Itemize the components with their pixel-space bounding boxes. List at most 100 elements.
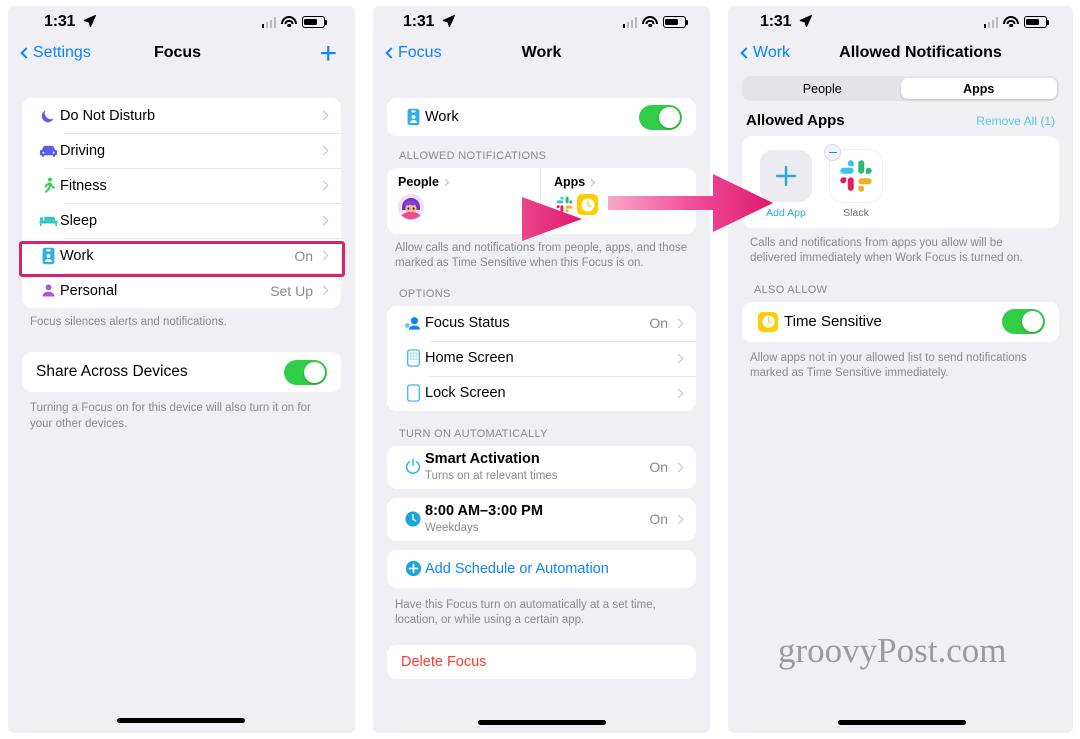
time-sensitive-toggle[interactable] [1002, 309, 1045, 335]
add-app-label: Add App [766, 207, 806, 219]
chevron-right-icon [318, 285, 329, 296]
apps-card[interactable]: Apps [540, 168, 696, 234]
row-focus-status[interactable]: Focus Status On [387, 306, 696, 341]
row-smart-activation[interactable]: Smart Activation Turns on at relevant ti… [387, 446, 696, 489]
schedule-text: 8:00 AM–3:00 PM Weekdays [425, 502, 649, 536]
status-time-text: 1:31 [403, 13, 435, 30]
tab-people[interactable]: People [744, 78, 901, 99]
automation-header: TURN ON AUTOMATICALLY [399, 427, 548, 440]
smart-activation-group: Smart Activation Turns on at relevant ti… [387, 445, 696, 489]
battery-icon [302, 16, 328, 28]
row-work-toggle[interactable]: Work [387, 98, 696, 136]
page-title: Focus [153, 44, 202, 61]
list-item-sleep[interactable]: Sleep [22, 203, 341, 238]
list-item-work[interactable]: Work On [22, 238, 341, 273]
cellular-bars-icon [983, 17, 998, 28]
list-item-value: On [294, 247, 313, 264]
allowed-apps-header: Allowed Apps [746, 112, 845, 129]
tab-apps-label: Apps [963, 81, 995, 96]
list-item-do-not-disturb[interactable]: Do Not Disturb [22, 98, 341, 133]
clock-filled-icon [401, 510, 425, 528]
chevron-right-icon [318, 110, 329, 121]
add-schedule-label: Add Schedule or Automation [425, 560, 609, 577]
location-arrow-icon [799, 14, 813, 32]
add-app-tile[interactable]: Add App [760, 150, 812, 219]
plus-circle-icon [401, 560, 425, 577]
apps-card-icons [554, 194, 696, 215]
people-card[interactable]: People [387, 168, 540, 234]
chevron-right-icon [441, 178, 450, 186]
list-item-label: Driving [60, 142, 106, 159]
remove-app-badge[interactable] [824, 144, 841, 161]
list-item-driving[interactable]: Driving [22, 133, 341, 168]
page-title: Allowed Notifications [839, 44, 1002, 61]
status-bar-indicators [261, 16, 328, 28]
app-tile-label: Slack [843, 207, 869, 219]
wifi-icon [642, 16, 658, 28]
app-tile-slack[interactable]: Slack [824, 144, 882, 219]
chevron-right-icon [588, 178, 596, 186]
row-time-sensitive[interactable]: Time Sensitive [742, 302, 1059, 342]
power-icon [401, 458, 425, 476]
add-schedule-group: Add Schedule or Automation [387, 549, 696, 588]
list-item-value: On [649, 459, 668, 476]
status-time-text: 1:31 [760, 13, 792, 30]
share-across-devices-toggle[interactable] [284, 359, 327, 385]
home-screen-icon [401, 349, 425, 367]
status-bar-time: 1:31 [403, 13, 456, 31]
status-bar-indicators [983, 16, 1050, 28]
phone-screen-work-focus: 1:31 Focus Work Work ALLOWED NOTIFICATIO… [373, 6, 710, 733]
add-focus-button[interactable]: + [319, 39, 337, 69]
chevron-right-icon [673, 462, 684, 473]
work-focus-toggle[interactable] [639, 104, 682, 130]
work-toggle-label: Work [425, 109, 459, 125]
battery-icon [663, 16, 689, 28]
schedule-group: 8:00 AM–3:00 PM Weekdays On [387, 497, 696, 541]
row-delete-focus[interactable]: Delete Focus [387, 645, 696, 679]
wifi-icon [281, 16, 297, 28]
time-sensitive-label: Time Sensitive [784, 313, 882, 331]
status-bar: 1:31 [728, 6, 1073, 40]
list-item-label: Fitness [60, 177, 107, 194]
status-bar-time: 1:31 [44, 13, 97, 32]
time-sensitive-icon [756, 311, 780, 332]
page-title: Work [521, 44, 562, 61]
row-add-schedule[interactable]: Add Schedule or Automation [387, 550, 696, 588]
options-group: Focus Status On Home Screen Lock Screen [387, 305, 696, 411]
home-indicator [478, 720, 606, 725]
cellular-bars-icon [261, 17, 276, 28]
row-schedule[interactable]: 8:00 AM–3:00 PM Weekdays On [387, 498, 696, 541]
row-home-screen[interactable]: Home Screen [387, 340, 696, 376]
people-card-title: People [398, 175, 439, 189]
watermark: groovyPost.com [778, 631, 1007, 670]
share-across-devices-group: Share Across Devices [22, 352, 341, 393]
share-footnote: Turning a Focus on for this device will … [30, 402, 311, 430]
list-item-label: Work [60, 247, 94, 264]
share-across-devices-label: Share Across Devices [36, 363, 188, 381]
delete-focus-group: Delete Focus [387, 645, 696, 680]
apps-card-header: Apps [554, 175, 696, 189]
tab-apps[interactable]: Apps [900, 78, 1057, 99]
navigation-bar: Focus Work [373, 40, 710, 72]
list-item-label: Home Screen [425, 350, 514, 367]
location-arrow-icon [83, 14, 97, 32]
remove-all-button[interactable]: Remove All (1) [976, 114, 1055, 128]
plus-icon [760, 150, 812, 202]
smart-activation-subtitle: Turns on at relevant times [425, 470, 558, 483]
focus-list-footnote: Focus silences alerts and notifications. [30, 316, 227, 328]
list-item-fitness[interactable]: Fitness [22, 168, 341, 203]
chevron-left-icon [740, 47, 752, 59]
chevron-right-icon [673, 353, 684, 364]
allowed-notifications-header: ALLOWED NOTIFICATIONS [399, 150, 547, 162]
also-allow-footnote: Allow apps not in your allowed list to s… [750, 351, 1027, 379]
allowed-apps-footnote: Calls and notifications from apps you al… [750, 237, 1023, 265]
row-lock-screen[interactable]: Lock Screen [387, 375, 696, 411]
chevron-right-icon [318, 180, 329, 191]
list-item-personal[interactable]: Personal Set Up [22, 273, 341, 308]
list-item-label: Sleep [60, 212, 98, 229]
status-time-text: 1:31 [44, 13, 76, 30]
automation-footnote: Have this Focus turn on automatically at… [395, 598, 656, 626]
list-item-label: Lock Screen [425, 385, 506, 402]
row-share-across-devices[interactable]: Share Across Devices [22, 352, 341, 392]
options-header: OPTIONS [399, 287, 451, 300]
